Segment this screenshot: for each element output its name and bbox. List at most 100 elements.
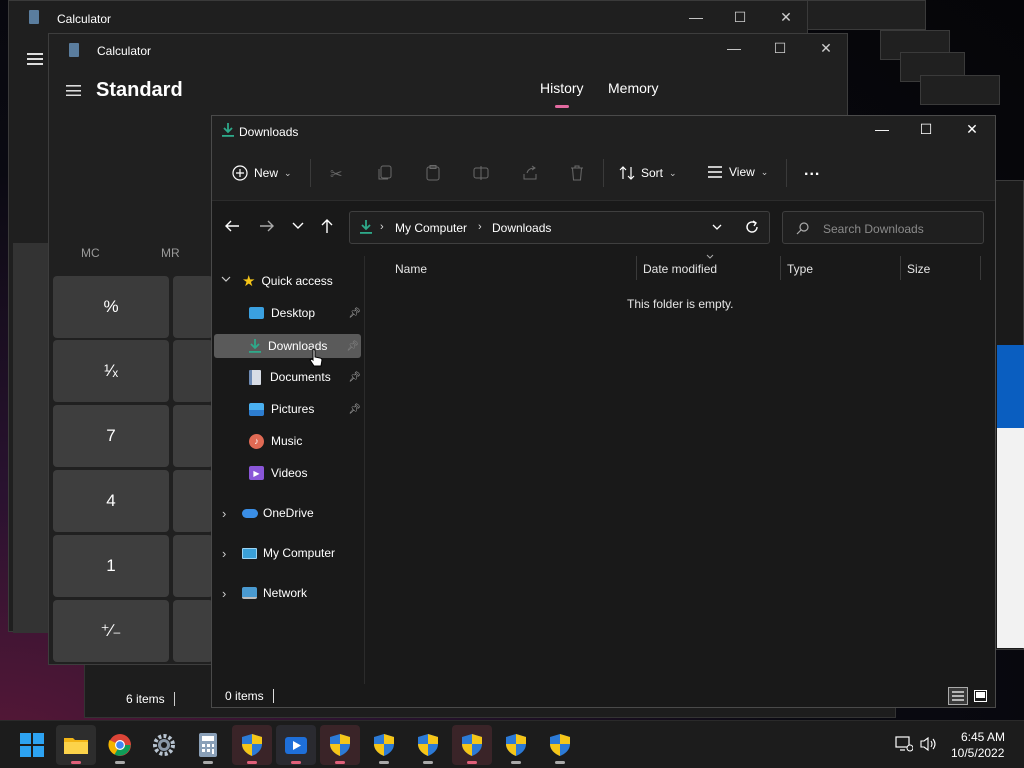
taskbar-uac-prompt-7[interactable] (540, 725, 580, 765)
expand-chevron-icon[interactable]: › (222, 546, 226, 561)
taskbar-uac-prompt-6[interactable] (496, 725, 536, 765)
pin-icon[interactable]: 📌︎ (348, 372, 361, 383)
memory-clear-button[interactable]: MC (81, 246, 100, 260)
start-icon (20, 733, 44, 757)
taskbar-uac-prompt-4[interactable] (408, 725, 448, 765)
close-button[interactable]: ✕ (811, 40, 841, 57)
minimize-button[interactable]: — (719, 40, 749, 56)
more-options-button[interactable]: ... (804, 162, 820, 180)
maximize-button[interactable]: ☐ (765, 40, 795, 57)
calculator-key-col2[interactable] (173, 340, 213, 402)
tab-history[interactable]: History (540, 80, 584, 96)
percent-key[interactable]: % (53, 276, 169, 338)
expand-chevron-icon[interactable]: › (222, 586, 226, 601)
maximize-button[interactable]: ☐ (911, 121, 941, 138)
share-icon[interactable] (522, 165, 538, 181)
taskbar-uac-prompt-3[interactable] (364, 725, 404, 765)
breadcrumb-downloads[interactable]: Downloads (492, 221, 551, 235)
status-divider (174, 692, 175, 706)
search-box[interactable]: Search Downloads (782, 211, 984, 244)
chevron-right-icon[interactable]: › (380, 221, 384, 233)
delete-icon[interactable] (570, 165, 584, 181)
minimize-button[interactable]: — (681, 9, 711, 25)
search-icon (796, 222, 809, 235)
sidebar-item-quick-access[interactable]: ★ Quick access (242, 269, 333, 293)
sidebar-item-documents[interactable]: Documents 📌︎ (249, 365, 361, 389)
navigation-pane-divider[interactable] (364, 256, 365, 684)
network-status-icon[interactable] (895, 736, 913, 752)
column-header-name[interactable]: Name (395, 262, 427, 276)
copy-icon[interactable] (378, 165, 392, 181)
expand-chevron-icon[interactable] (221, 276, 231, 283)
volume-icon[interactable] (920, 736, 938, 752)
address-bar[interactable]: › My Computer › Downloads (349, 211, 770, 244)
close-button[interactable]: ✕ (771, 9, 801, 26)
refresh-icon[interactable] (745, 220, 759, 234)
recent-locations-chevron-icon[interactable] (292, 222, 304, 230)
cut-icon[interactable]: ✂ (330, 165, 343, 183)
address-history-chevron-icon[interactable] (712, 224, 722, 231)
clock-date[interactable]: 10/5/2022 (951, 746, 1004, 760)
chevron-right-icon[interactable]: › (478, 221, 482, 233)
column-header-size[interactable]: Size (907, 262, 930, 276)
forward-arrow-icon[interactable] (259, 219, 275, 233)
sidebar-item-onedrive[interactable]: OneDrive (242, 501, 314, 525)
sidebar-item-my-computer[interactable]: My Computer (242, 541, 335, 565)
expand-chevron-icon[interactable]: › (222, 506, 226, 521)
rename-icon[interactable] (473, 165, 489, 181)
back-arrow-icon[interactable] (224, 219, 240, 233)
taskbar-uac-prompt-2[interactable] (320, 725, 360, 765)
sort-button[interactable]: Sort ⌄ (619, 165, 677, 181)
column-divider[interactable] (980, 256, 981, 280)
sidebar-item-network[interactable]: Network (242, 581, 307, 605)
calculator-key-col2[interactable] (173, 470, 213, 532)
key-4[interactable]: 4 (53, 470, 169, 532)
taskbar-media-player[interactable] (276, 725, 316, 765)
background-white-band (997, 428, 1024, 648)
close-button[interactable]: ✕ (957, 121, 987, 138)
pin-icon[interactable]: 📌︎ (348, 308, 361, 319)
column-header-type[interactable]: Type (787, 262, 813, 276)
breadcrumb-my-computer[interactable]: My Computer (395, 221, 467, 235)
key-7[interactable]: 7 (53, 405, 169, 467)
sidebar-item-downloads[interactable]: Downloads 📌︎ (214, 334, 361, 358)
taskbar-uac-prompt-1[interactable] (232, 725, 272, 765)
pin-icon[interactable]: 📌︎ (346, 341, 359, 352)
calculator-key-col2[interactable] (173, 600, 213, 662)
hamburger-icon[interactable] (66, 85, 81, 96)
download-icon (360, 220, 372, 234)
column-divider[interactable] (900, 256, 901, 280)
taskbar-chrome[interactable] (100, 725, 140, 765)
paste-icon[interactable] (426, 165, 440, 181)
sidebar-item-pictures[interactable]: Pictures 📌︎ (249, 397, 361, 421)
tiles-view-icon[interactable] (971, 687, 989, 705)
calculator-key-col2[interactable] (173, 405, 213, 467)
up-arrow-icon[interactable] (320, 218, 334, 234)
view-button[interactable]: View ⌄ (707, 165, 768, 179)
sidebar-item-desktop[interactable]: Desktop 📌︎ (249, 301, 361, 325)
taskbar-uac-prompt-5[interactable] (452, 725, 492, 765)
reciprocal-key[interactable]: ¹⁄ₓ (53, 340, 169, 402)
tab-memory[interactable]: Memory (608, 80, 659, 96)
column-divider[interactable] (636, 256, 637, 280)
hamburger-icon[interactable] (27, 53, 43, 65)
sidebar-item-music[interactable]: ♪ Music (249, 429, 302, 453)
start-button[interactable] (12, 725, 52, 765)
column-header-date-modified[interactable]: Date modified (643, 262, 717, 276)
sidebar-item-videos[interactable]: ▶ Videos (249, 461, 307, 485)
minimize-button[interactable]: — (867, 121, 897, 137)
clock-time[interactable]: 6:45 AM (961, 730, 1005, 744)
taskbar-calculator[interactable] (188, 725, 228, 765)
column-divider[interactable] (780, 256, 781, 280)
new-button[interactable]: New ⌄ (232, 165, 292, 181)
negate-key[interactable]: ⁺∕₋ (53, 600, 169, 662)
taskbar-settings[interactable] (144, 725, 184, 765)
maximize-button[interactable]: ☐ (725, 9, 755, 26)
memory-recall-button[interactable]: MR (161, 246, 180, 260)
key-1[interactable]: 1 (53, 535, 169, 597)
details-view-icon[interactable] (948, 687, 968, 705)
calculator-key-col2[interactable] (173, 276, 213, 338)
pin-icon[interactable]: 📌︎ (348, 404, 361, 415)
taskbar-file-explorer[interactable] (56, 725, 96, 765)
calculator-key-col2[interactable] (173, 535, 213, 597)
